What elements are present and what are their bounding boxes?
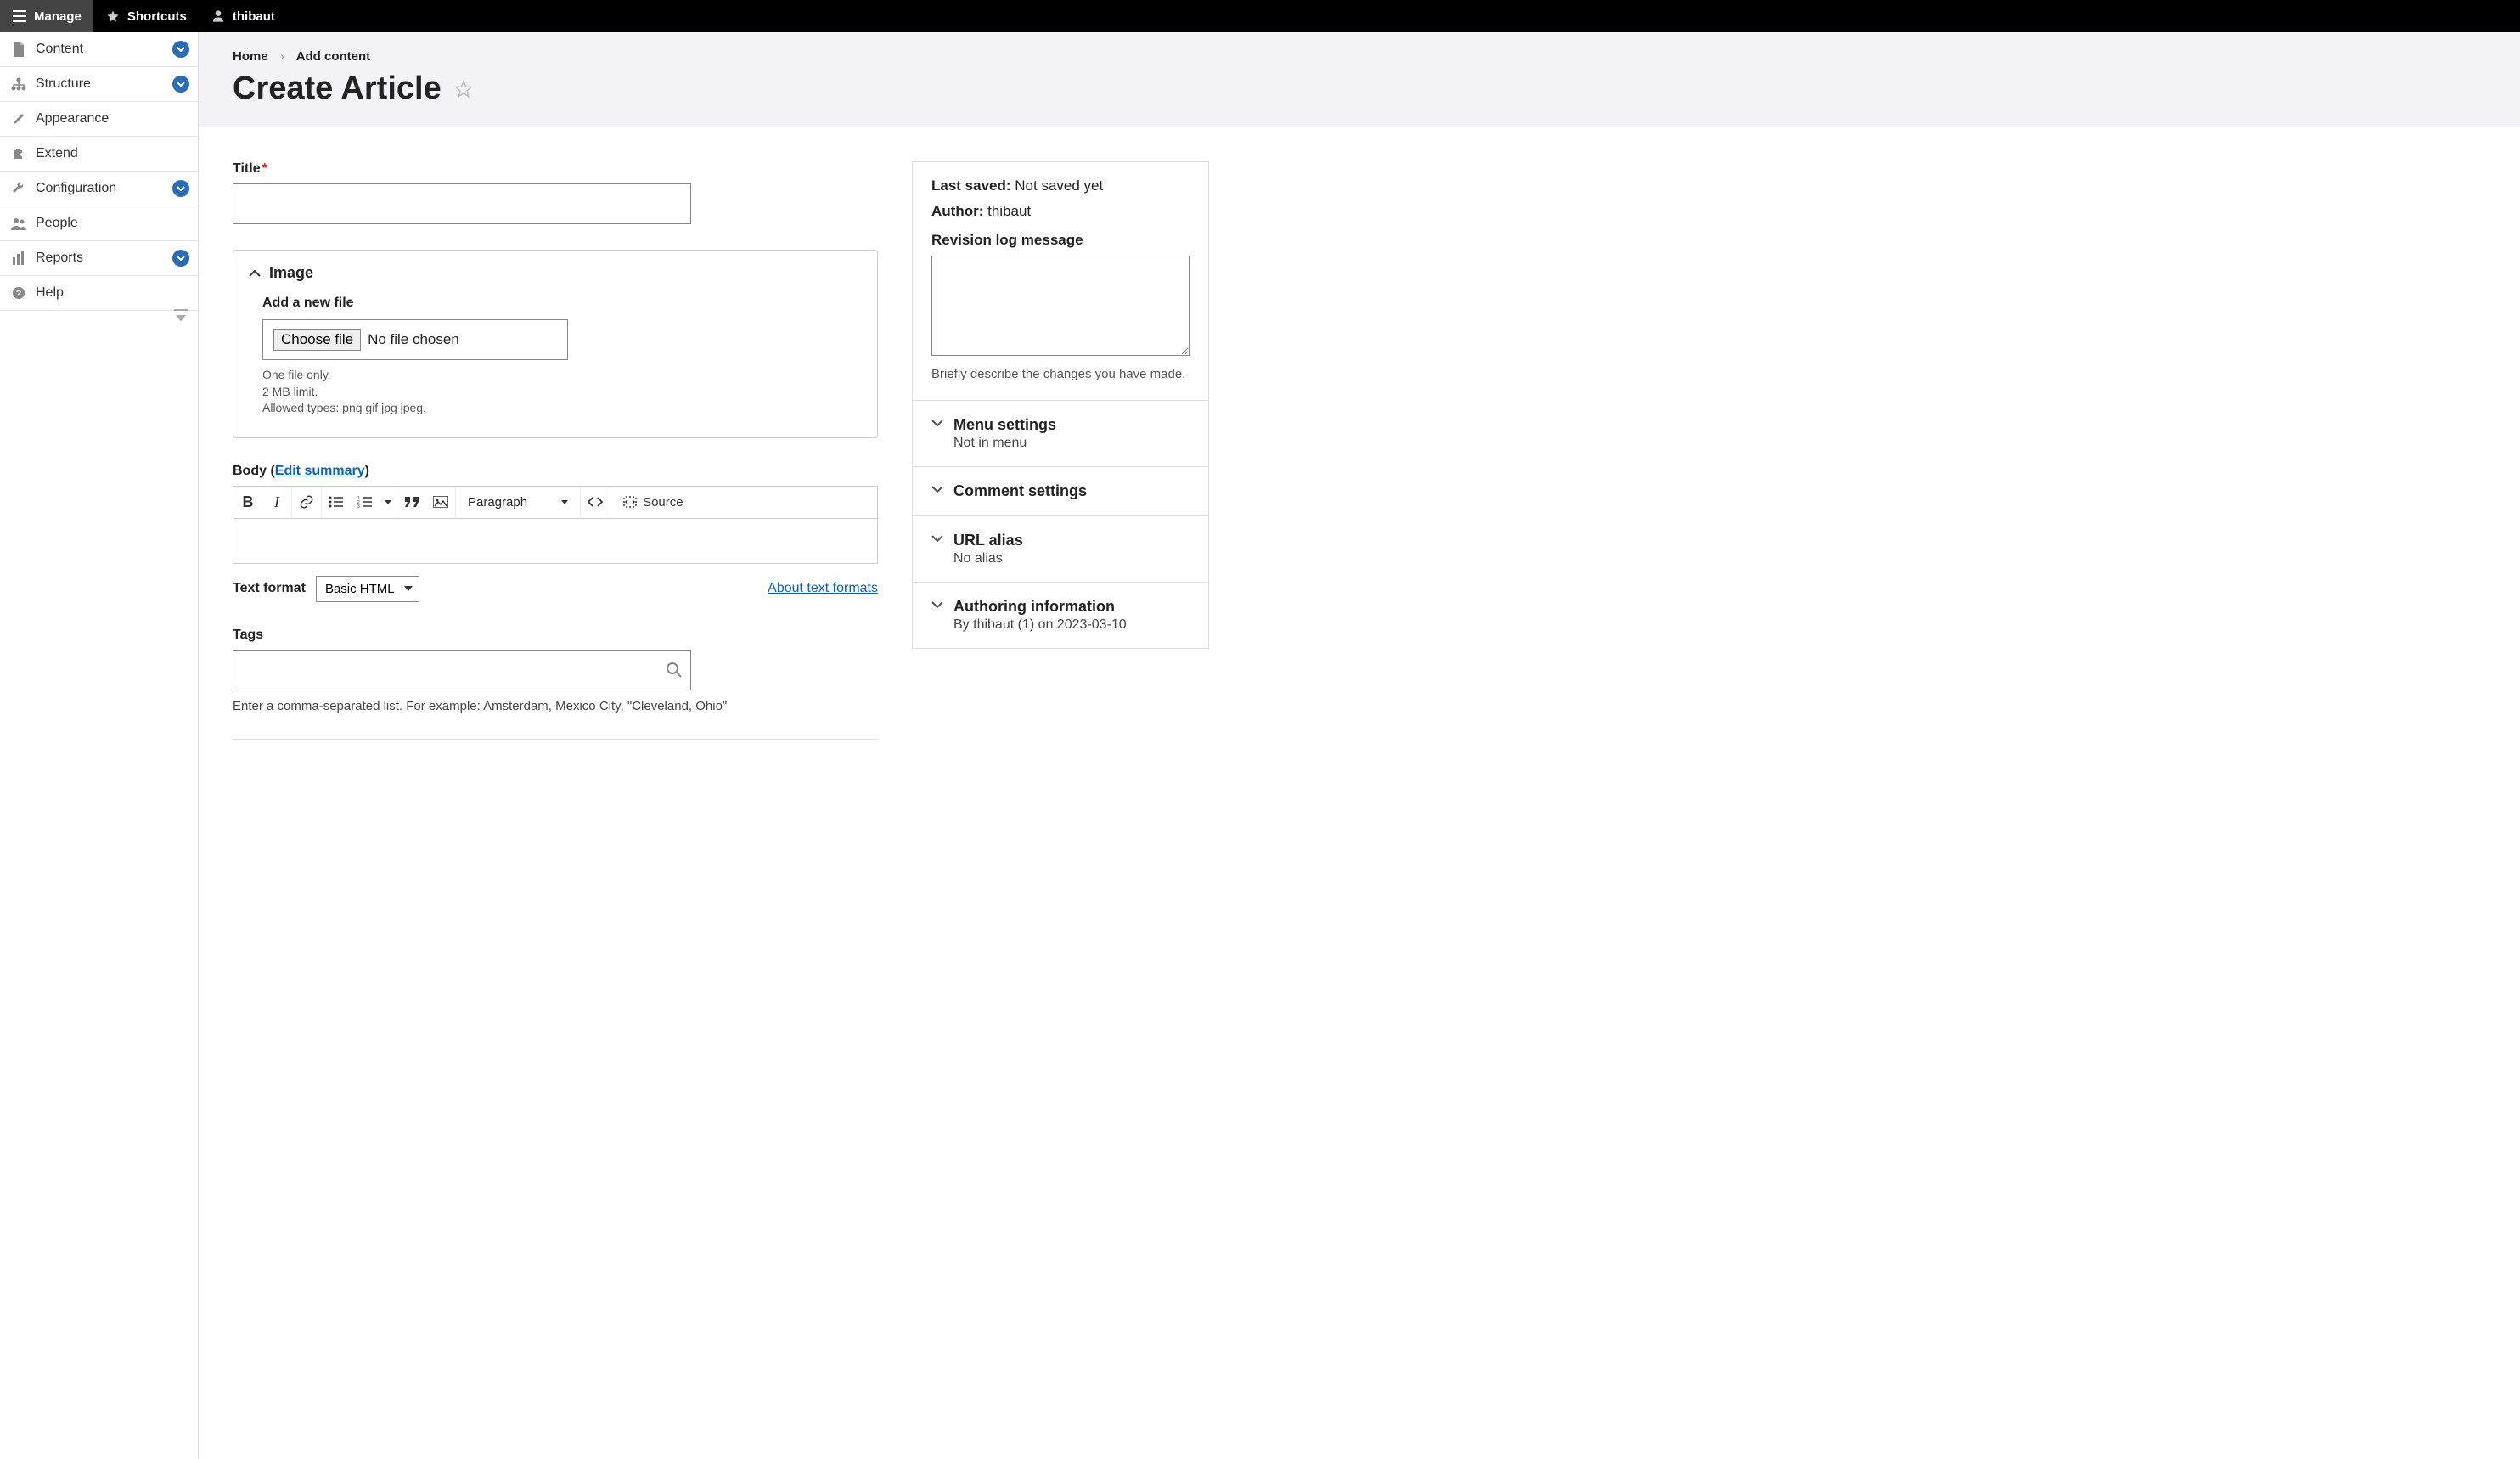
svg-text:?: ?	[16, 289, 22, 299]
chevron-down-icon	[931, 420, 943, 426]
edit-summary-link[interactable]: Edit summary	[275, 464, 365, 478]
sidebar-label: People	[36, 216, 78, 231]
sidebar-item-configuration[interactable]: Configuration	[0, 172, 198, 206]
about-text-formats-link[interactable]: About text formats	[768, 581, 878, 596]
code-button[interactable]	[581, 487, 610, 518]
sidebar-item-content[interactable]: Content	[0, 32, 198, 67]
last-saved: Last saved: Not saved yet	[931, 177, 1190, 194]
toolbar-manage[interactable]: Manage	[0, 0, 93, 32]
chevron-down-icon	[172, 180, 189, 197]
page-header: Home › Add content Create Article	[199, 32, 2520, 127]
tags-label: Tags	[233, 628, 878, 643]
search-icon	[666, 662, 683, 679]
numbered-list-button[interactable]: 123	[351, 487, 380, 518]
text-format-label: Text format	[233, 581, 306, 596]
toolbar-shortcuts-label: Shortcuts	[127, 9, 187, 24]
editor-toolbar: B I 123	[233, 486, 878, 518]
sidebar-label: Appearance	[36, 111, 109, 127]
body-editor[interactable]	[233, 518, 878, 564]
puzzle-icon	[10, 145, 27, 162]
sidebar-item-appearance[interactable]: Appearance	[0, 102, 198, 137]
blockquote-button[interactable]	[397, 487, 426, 518]
title-label: Title*	[233, 161, 878, 177]
toolbar-user-label: thibaut	[233, 9, 275, 24]
tags-hint: Enter a comma-separated list. For exampl…	[233, 699, 878, 713]
people-icon	[10, 215, 27, 232]
tags-input[interactable]	[233, 650, 691, 690]
admin-toolbar: Manage Shortcuts thibaut	[0, 0, 2520, 32]
image-section-label: Image	[269, 264, 313, 282]
revision-hint: Briefly describe the changes you have ma…	[931, 367, 1190, 381]
favorite-star-icon[interactable]	[453, 79, 474, 99]
page-title: Create Article	[233, 70, 442, 107]
wrench-icon	[10, 180, 27, 197]
file-status: No file chosen	[368, 331, 459, 348]
sidebar-item-extend[interactable]: Extend	[0, 137, 198, 172]
heading-select[interactable]: Paragraph	[456, 495, 580, 510]
chevron-right-icon: ›	[280, 49, 284, 64]
sidebar-label: Structure	[36, 76, 91, 92]
sidebar-label: Reports	[36, 251, 83, 266]
help-icon: ?	[10, 284, 27, 301]
source-button[interactable]: Source	[610, 487, 695, 518]
chevron-down-icon	[172, 250, 189, 267]
file-hints: One file only. 2 MB limit. Allowed types…	[262, 367, 848, 417]
image-fieldset: Image Add a new file Choose file No file…	[233, 250, 878, 438]
sidebar-label: Extend	[36, 146, 78, 161]
meta-sidebar: Last saved: Not saved yet Author: thibau…	[912, 161, 1209, 649]
user-icon	[211, 8, 226, 24]
sidebar-collapse-button[interactable]	[169, 304, 193, 326]
file-icon	[10, 41, 27, 58]
chevron-up-icon	[249, 270, 261, 277]
breadcrumb: Home › Add content	[233, 49, 2486, 64]
toolbar-manage-label: Manage	[34, 9, 82, 24]
chart-icon	[10, 250, 27, 267]
svg-text:3: 3	[357, 504, 360, 508]
authoring-info-toggle[interactable]: Authoring information By thibaut (1) on …	[931, 598, 1190, 633]
image-button[interactable]	[426, 487, 455, 518]
revision-log-textarea[interactable]	[931, 256, 1190, 356]
italic-button[interactable]: I	[262, 487, 291, 518]
url-alias-toggle[interactable]: URL alias No alias	[931, 532, 1190, 566]
structure-icon	[10, 76, 27, 93]
sidebar-item-people[interactable]: People	[0, 206, 198, 241]
comment-settings-toggle[interactable]: Comment settings	[931, 482, 1190, 500]
bullet-list-button[interactable]	[322, 487, 351, 518]
divider	[233, 739, 878, 740]
sidebar-label: Configuration	[36, 181, 116, 196]
sidebar-item-structure[interactable]: Structure	[0, 67, 198, 102]
chevron-down-icon	[172, 76, 189, 93]
add-file-label: Add a new file	[262, 296, 848, 311]
admin-sidebar: Content Structure Appearance Extend Conf…	[0, 32, 199, 1459]
author: Author: thibaut	[931, 203, 1190, 220]
text-format-select[interactable]: Basic HTML	[316, 576, 419, 602]
sidebar-label: Content	[36, 42, 83, 57]
breadcrumb-home[interactable]: Home	[233, 49, 268, 64]
file-input-widget[interactable]: Choose file No file chosen	[262, 319, 568, 360]
link-button[interactable]	[292, 487, 321, 518]
hamburger-icon	[12, 8, 27, 24]
star-icon	[105, 8, 121, 24]
revision-log-label: Revision log message	[931, 232, 1190, 249]
bold-button[interactable]: B	[233, 487, 262, 518]
chevron-down-icon	[172, 41, 189, 58]
required-indicator: *	[262, 161, 267, 176]
chevron-down-icon	[931, 601, 943, 608]
sidebar-item-reports[interactable]: Reports	[0, 241, 198, 276]
sidebar-label: Help	[36, 285, 64, 301]
paintbrush-icon	[10, 110, 27, 127]
chevron-down-icon	[931, 535, 943, 542]
chevron-down-icon	[931, 486, 943, 493]
list-dropdown-button[interactable]	[380, 487, 397, 518]
toolbar-user[interactable]: thibaut	[199, 0, 287, 32]
toolbar-shortcuts[interactable]: Shortcuts	[93, 0, 199, 32]
menu-settings-toggle[interactable]: Menu settings Not in menu	[931, 416, 1190, 451]
title-input[interactable]	[233, 183, 691, 224]
choose-file-button[interactable]: Choose file	[273, 329, 361, 351]
body-label: Body (Edit summary)	[233, 464, 878, 479]
breadcrumb-add-content[interactable]: Add content	[296, 49, 371, 64]
image-summary-toggle[interactable]: Image	[233, 251, 877, 296]
